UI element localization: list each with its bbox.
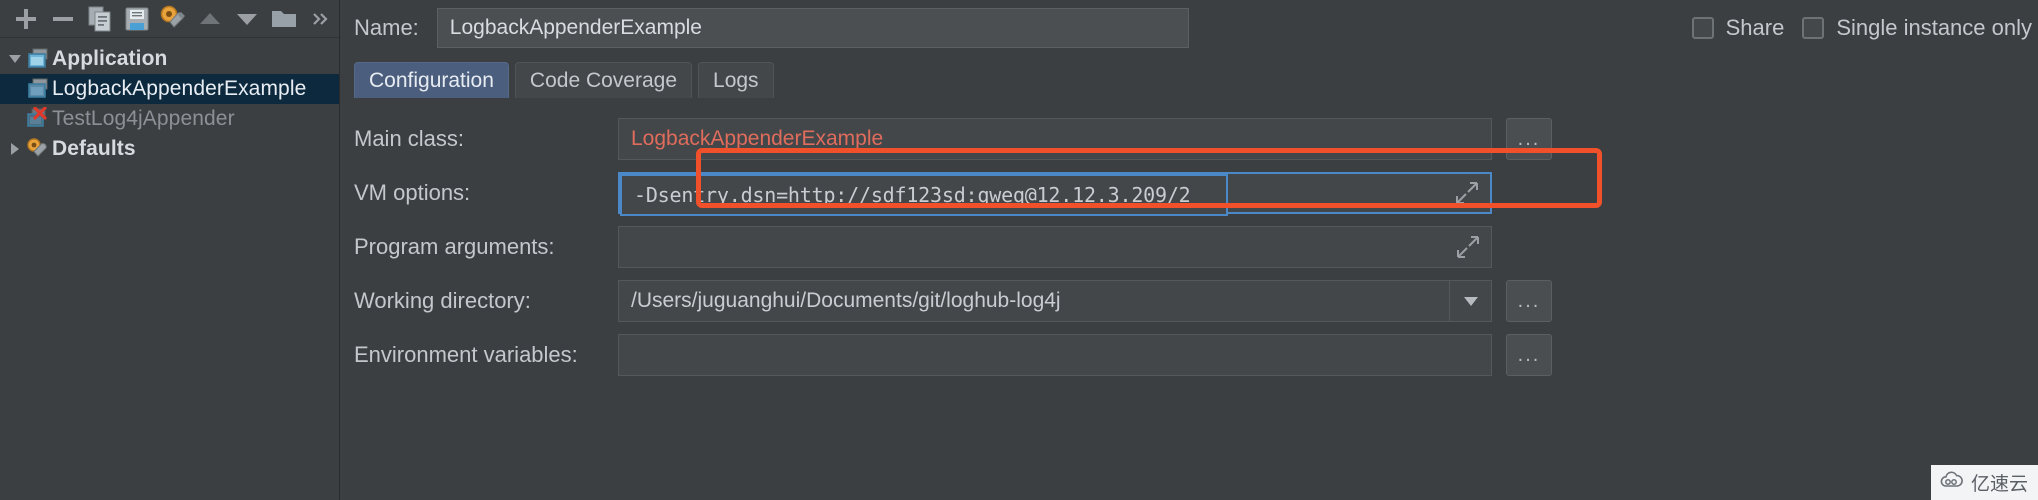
overflow-icon[interactable]: [302, 2, 339, 36]
name-label: Name:: [354, 15, 419, 40]
remove-icon[interactable]: [45, 2, 82, 36]
save-icon[interactable]: [118, 2, 155, 36]
working-directory-browse-button[interactable]: ...: [1506, 280, 1552, 322]
single-instance-checkbox[interactable]: [1802, 17, 1825, 39]
run-config-icon: [26, 78, 52, 100]
working-directory-row: Working directory: /Users/juguanghui/Doc…: [354, 274, 2038, 328]
tree-item-label: Defaults: [52, 137, 136, 160]
run-debug-configurations-dialog: Application LogbackAppenderExample TestL…: [0, 0, 2038, 500]
cloud-icon: [1939, 470, 1965, 495]
working-directory-dropdown-button[interactable]: [1449, 281, 1491, 321]
tab-label: Code Coverage: [529, 68, 678, 92]
watermark: 亿速云: [1930, 465, 2038, 500]
vm-options-row: VM options: -Dsentry.dsn=http://sdf123sd…: [354, 166, 2038, 220]
configuration-editor-pane: Name: LogbackAppenderExample Share Singl…: [340, 0, 2038, 500]
add-icon[interactable]: [8, 2, 45, 36]
environment-variables-row: Environment variables: ...: [354, 328, 2038, 382]
configuration-form: Main class: LogbackAppenderExample ... V…: [340, 98, 2038, 382]
tab-logs[interactable]: Logs: [698, 62, 774, 98]
copy-icon[interactable]: [82, 2, 119, 36]
tab-code-coverage[interactable]: Code Coverage: [514, 62, 693, 98]
configuration-tabs: Configuration Code Coverage Logs: [340, 54, 2038, 98]
watermark-text: 亿速云: [1970, 473, 2028, 495]
tab-configuration[interactable]: Configuration: [354, 62, 509, 98]
move-up-icon[interactable]: [192, 2, 229, 36]
configurations-toolbar: [0, 0, 339, 38]
edit-defaults-icon[interactable]: [155, 2, 192, 36]
main-class-row: Main class: LogbackAppenderExample ...: [354, 112, 2038, 166]
defaults-icon: [26, 137, 52, 161]
working-directory-input[interactable]: /Users/juguanghui/Documents/git/loghub-l…: [618, 280, 1492, 322]
tree-item-defaults[interactable]: Defaults: [0, 134, 339, 164]
environment-variables-browse-button[interactable]: ...: [1506, 334, 1552, 376]
tree-item-testlog4jappender[interactable]: TestLog4jAppender: [0, 104, 339, 134]
program-arguments-input[interactable]: [618, 226, 1492, 268]
vm-options-value[interactable]: -Dsentry.dsn=http://sdf123sd:qweq@12.12.…: [620, 174, 1228, 216]
single-instance-checkbox-row[interactable]: Single instance only: [1802, 15, 2032, 41]
vm-options-input[interactable]: -Dsentry.dsn=http://sdf123sd:qweq@12.12.…: [618, 172, 1492, 216]
tab-label: Configuration: [369, 68, 494, 92]
name-row: Name: LogbackAppenderExample Share Singl…: [340, 0, 2038, 56]
share-checkbox[interactable]: [1691, 17, 1714, 39]
run-config-error-icon: [26, 107, 52, 131]
program-arguments-row: Program arguments:: [354, 220, 2038, 274]
single-instance-label: Single instance only: [1836, 15, 2032, 40]
configurations-left-pane: Application LogbackAppenderExample TestL…: [0, 0, 340, 500]
tree-item-label: Application: [52, 47, 168, 70]
program-arguments-label: Program arguments:: [354, 234, 555, 259]
expand-icon[interactable]: [1454, 180, 1480, 206]
expand-icon[interactable]: [1455, 234, 1481, 260]
configurations-tree[interactable]: Application LogbackAppenderExample TestL…: [0, 38, 339, 164]
share-label: Share: [1725, 15, 1785, 40]
tree-item-application[interactable]: Application: [0, 44, 339, 74]
application-icon: [26, 48, 52, 70]
name-input[interactable]: LogbackAppenderExample: [436, 8, 1189, 48]
share-checkbox-row[interactable]: Share: [1691, 15, 1785, 41]
tree-item-logbackappenderexample[interactable]: LogbackAppenderExample: [0, 74, 339, 104]
main-class-input[interactable]: LogbackAppenderExample: [618, 118, 1492, 160]
move-down-icon[interactable]: [229, 2, 266, 36]
working-directory-label: Working directory:: [354, 288, 531, 313]
header-options: Share Single instance only: [1691, 15, 2038, 41]
vm-options-label: VM options:: [354, 180, 471, 205]
environment-variables-input[interactable]: [618, 334, 1492, 376]
chevron-right-icon[interactable]: [4, 140, 26, 158]
tree-item-label: TestLog4jAppender: [52, 107, 235, 130]
main-class-label: Main class:: [354, 126, 465, 151]
folder-icon[interactable]: [265, 2, 302, 36]
tree-item-label: LogbackAppenderExample: [52, 77, 307, 100]
main-class-browse-button[interactable]: ...: [1506, 118, 1552, 160]
chevron-down-icon[interactable]: [4, 50, 26, 68]
tab-label: Logs: [713, 68, 759, 92]
environment-variables-label: Environment variables:: [354, 342, 578, 367]
